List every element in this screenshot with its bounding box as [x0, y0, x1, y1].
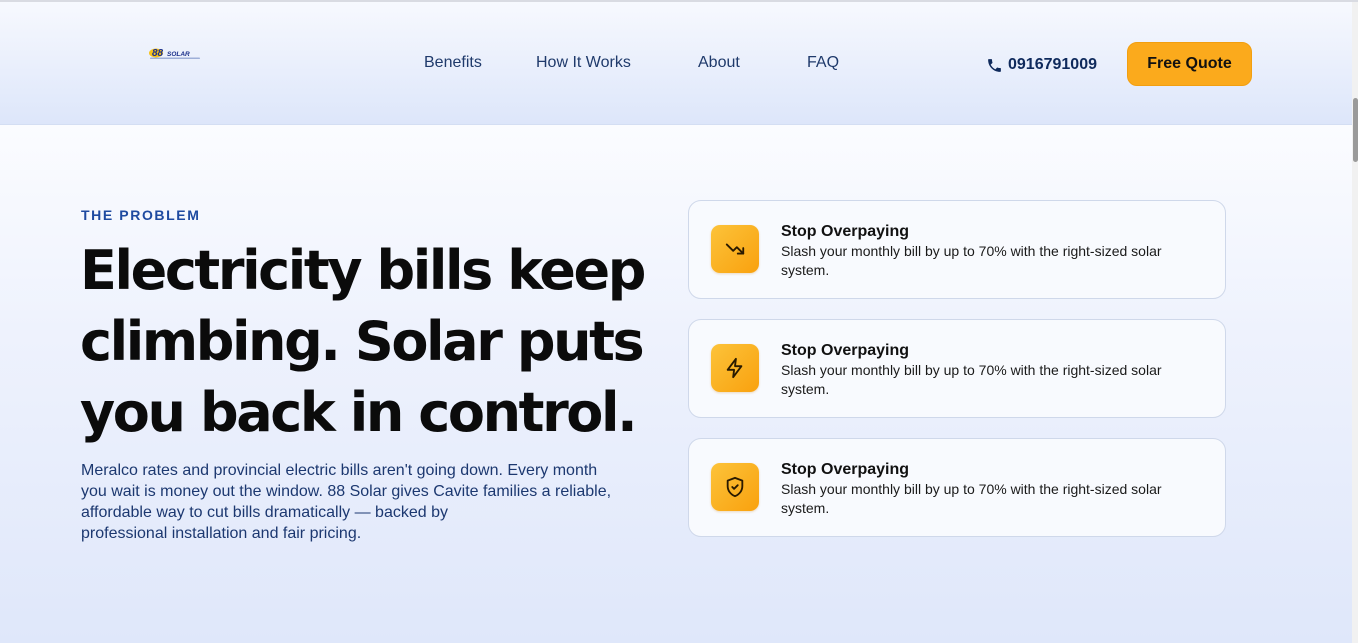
description-line-4: professional installation and fair prici… — [81, 525, 362, 542]
description-line-3: affordable way to cut bills dramatically… — [81, 504, 448, 521]
svg-text:88: 88 — [152, 48, 164, 59]
feature-description: Slash your monthly bill by up to 70% wit… — [781, 362, 1162, 397]
svg-text:SOLAR: SOLAR — [167, 51, 190, 58]
headline-line-3: you back in control. — [80, 381, 638, 444]
feature-card: Stop Overpaying Slash your monthly bill … — [688, 438, 1226, 537]
nav-link-about[interactable]: About — [698, 54, 740, 72]
feature-card: Stop Overpaying Slash your monthly bill … — [688, 200, 1226, 299]
scrollbar-thumb[interactable] — [1353, 98, 1358, 162]
feature-description: Slash your monthly bill by up to 70% wit… — [781, 481, 1162, 516]
page-scrollbar[interactable] — [1352, 2, 1358, 643]
nav-link-how-it-works[interactable]: How It Works — [536, 54, 631, 72]
problem-section: THE PROBLEM Electricity bills keep climb… — [0, 125, 1352, 643]
description-line-2: you wait is money out the window. 88 Sol… — [81, 483, 612, 500]
free-quote-button[interactable]: Free Quote — [1127, 42, 1252, 86]
site-header: 88 SOLAR Benefits How It Works About FAQ… — [0, 2, 1352, 125]
logo-mark: 88 SOLAR — [149, 48, 200, 59]
hero-headline: Electricity bills keep climbing. Solar p… — [80, 235, 670, 448]
nav-link-benefits[interactable]: Benefits — [424, 54, 482, 72]
feature-title: Stop Overpaying — [781, 461, 910, 478]
feature-title: Stop Overpaying — [781, 342, 910, 359]
headline-line-2: climbing. Solar puts — [80, 310, 645, 373]
description-line-1: Meralco rates and provincial electric bi… — [81, 462, 598, 479]
brand-logo[interactable]: 88 SOLAR — [146, 46, 204, 60]
phone-number: 0916791009 — [1008, 56, 1097, 73]
trending-down-icon — [711, 225, 759, 273]
lightning-bolt-icon — [711, 344, 759, 392]
hero-description: Meralco rates and provincial electric bi… — [81, 460, 661, 544]
phone-icon — [986, 57, 1003, 74]
phone-link[interactable]: 0916791009 — [986, 54, 1097, 76]
feature-title: Stop Overpaying — [781, 223, 910, 240]
shield-check-icon — [711, 463, 759, 511]
feature-card: Stop Overpaying Slash your monthly bill … — [688, 319, 1226, 418]
landing-page: 88 SOLAR Benefits How It Works About FAQ… — [0, 0, 1358, 643]
section-eyebrow: THE PROBLEM — [81, 207, 201, 223]
headline-line-1: Electricity bills keep — [80, 239, 646, 302]
nav-link-faq[interactable]: FAQ — [807, 54, 839, 72]
feature-description: Slash your monthly bill by up to 70% wit… — [781, 243, 1162, 278]
